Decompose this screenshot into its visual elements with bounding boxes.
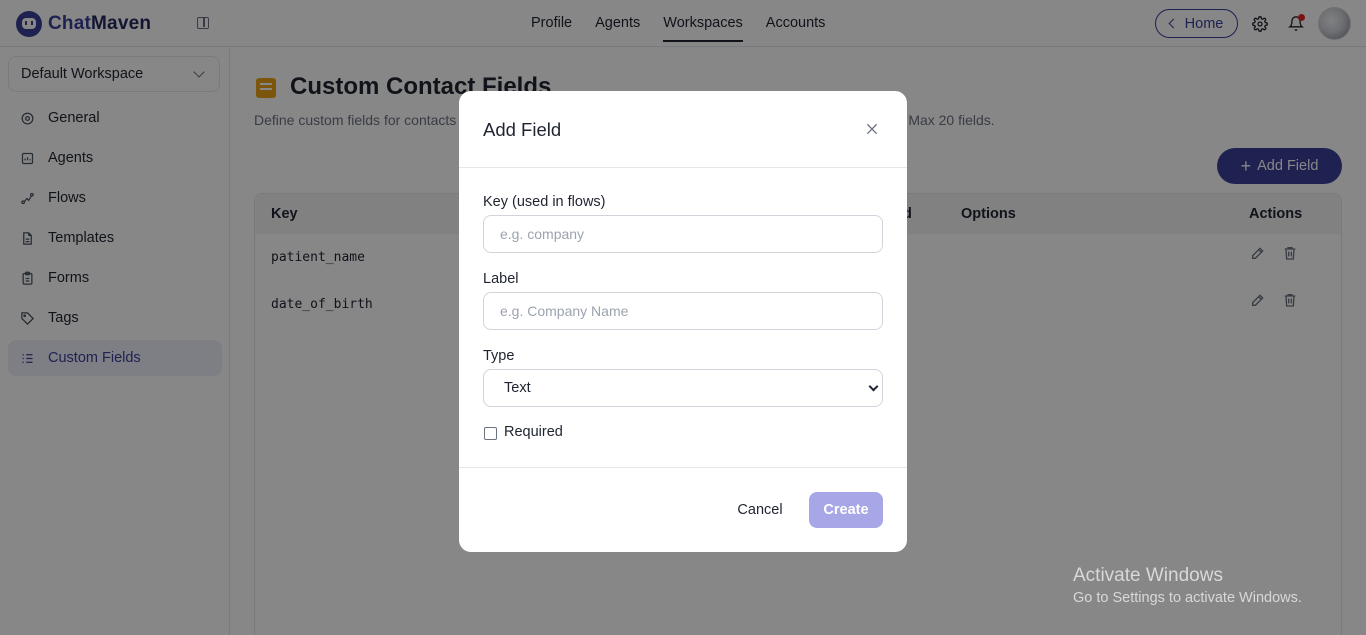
label-field-label: Label [483,271,519,287]
add-field-modal: Add Field Key (used in flows) Label Type… [459,91,907,552]
required-label[interactable]: Required [504,424,563,440]
key-input[interactable] [483,215,883,253]
modal-footer-divider [459,467,907,468]
key-field-label: Key (used in flows) [483,194,606,210]
modal-header-divider [459,167,907,168]
type-field-label: Type [483,348,515,364]
windows-activation-watermark: Activate Windows Go to Settings to activ… [1073,565,1302,606]
cancel-button[interactable]: Cancel [727,492,793,528]
close-icon[interactable] [864,121,880,137]
watermark-title: Activate Windows [1073,565,1223,586]
create-button[interactable]: Create [809,492,883,528]
modal-title: Add Field [483,119,562,140]
type-select[interactable]: Text [483,369,883,407]
watermark-subtitle: Go to Settings to activate Windows. [1073,590,1302,606]
label-input[interactable] [483,292,883,330]
required-checkbox[interactable] [484,427,497,440]
chevron-down-icon [868,381,879,392]
type-select-value: Text [504,380,531,396]
